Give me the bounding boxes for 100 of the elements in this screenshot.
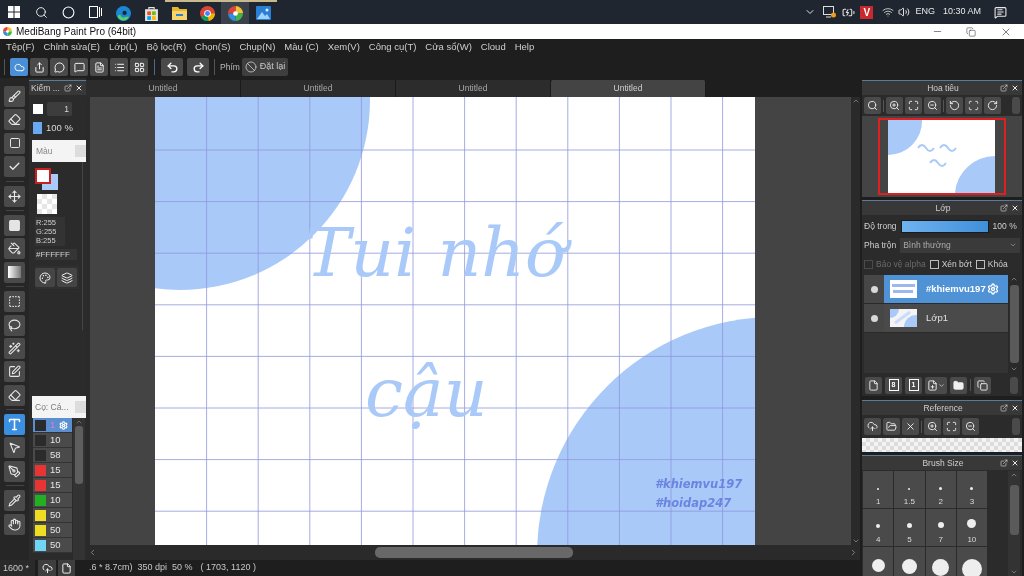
brush-row[interactable]: 10 — [33, 493, 72, 508]
menu-item[interactable]: Help — [511, 40, 538, 55]
monitor-icon[interactable] — [823, 6, 837, 18]
transparent-swatch-icon[interactable] — [37, 194, 57, 214]
taskbar-app-button[interactable] — [221, 0, 249, 24]
square-icon[interactable] — [75, 401, 87, 413]
folder-button[interactable] — [950, 376, 967, 394]
opacity-slider[interactable] — [900, 220, 989, 233]
scroll-left-icon[interactable] — [88, 548, 97, 557]
tool-button[interactable] — [4, 314, 25, 336]
tool-button[interactable] — [4, 437, 25, 459]
tool-button[interactable] — [4, 414, 25, 436]
document-tab[interactable]: Untitled — [551, 80, 706, 97]
brush-size-cell[interactable] — [894, 547, 925, 576]
fit-screen-button[interactable] — [965, 97, 982, 114]
menu-item[interactable]: Màu (C) — [281, 40, 322, 55]
tool-button[interactable] — [4, 238, 25, 260]
scroll-thumb[interactable] — [1010, 376, 1018, 394]
share-button[interactable] — [30, 58, 48, 76]
layers-button[interactable] — [57, 268, 77, 287]
zoom-in-button[interactable] — [924, 418, 941, 435]
checkbox[interactable] — [975, 259, 985, 269]
checkbox[interactable] — [929, 259, 939, 269]
list-button[interactable] — [110, 58, 128, 76]
blend-mode-dropdown[interactable]: Bình thường — [900, 237, 1020, 253]
brush-row[interactable]: 15 — [33, 463, 72, 478]
menu-item[interactable]: Bộ lọc(R) — [143, 40, 190, 55]
brush-size-cell[interactable]: 7 — [925, 509, 956, 546]
tool-button[interactable] — [4, 513, 25, 535]
close-icon[interactable] — [75, 84, 83, 92]
close-icon[interactable] — [1011, 459, 1019, 467]
palette-button[interactable] — [35, 268, 55, 287]
fit-button[interactable] — [905, 97, 922, 114]
layer-row[interactable]: Lớp1 — [864, 304, 1008, 333]
brush-row[interactable]: 10 — [33, 433, 72, 448]
cloud-upload-button[interactable] — [38, 560, 56, 576]
scroll-thumb[interactable] — [75, 426, 83, 484]
brush-size-cell[interactable]: 2 — [925, 471, 956, 508]
new-document-button[interactable] — [58, 560, 75, 576]
brush-size-cell[interactable] — [925, 547, 956, 576]
scroll-down-icon[interactable] — [1010, 568, 1018, 576]
undo-button[interactable] — [161, 58, 183, 76]
clock[interactable]: 10:30 AM — [942, 5, 981, 19]
scroll-up-icon[interactable] — [1010, 275, 1018, 283]
scroll-up-icon[interactable] — [75, 418, 83, 426]
gear-icon[interactable] — [986, 283, 999, 295]
document-button[interactable] — [90, 58, 108, 76]
fit-button[interactable] — [943, 418, 960, 435]
external-link-icon[interactable] — [1000, 404, 1008, 412]
menu-item[interactable]: Chụp(N) — [236, 40, 279, 55]
new-layer-button[interactable] — [865, 376, 882, 394]
tool-button[interactable] — [4, 86, 25, 107]
menu-item[interactable]: Tệp(F) — [3, 40, 38, 55]
scroll-thumb[interactable] — [375, 547, 573, 558]
scroll-thumb[interactable] — [1012, 97, 1020, 114]
close-icon[interactable] — [1011, 204, 1019, 212]
document-tab[interactable]: Untitled — [396, 80, 551, 97]
tool-button[interactable] — [4, 214, 25, 236]
tool-button[interactable] — [4, 132, 25, 154]
menu-item[interactable]: Chỉnh sửa(E) — [40, 40, 104, 55]
menu-item[interactable]: Chọn(S) — [192, 40, 234, 55]
grid-button[interactable] — [130, 58, 148, 76]
cloud-button[interactable] — [10, 58, 28, 76]
tool-button[interactable] — [4, 156, 25, 178]
tool-button[interactable] — [4, 109, 25, 131]
zoom-out-button[interactable] — [924, 97, 941, 114]
chat-button[interactable] — [50, 58, 68, 76]
close-reference-button[interactable] — [902, 418, 919, 435]
brush-size-cell[interactable] — [863, 547, 894, 576]
brush-row[interactable]: 50 — [33, 538, 72, 553]
square-icon[interactable] — [75, 145, 87, 157]
tool-button[interactable] — [4, 337, 25, 359]
scroll-right-icon[interactable] — [849, 548, 858, 557]
brush-size-cell[interactable]: 1.5 — [894, 471, 925, 508]
scroll-thumb[interactable] — [1012, 418, 1020, 435]
menu-item[interactable]: Cửa sổ(W) — [422, 40, 475, 55]
brush-size-cell[interactable]: 4 — [863, 509, 894, 546]
tool-button[interactable] — [4, 490, 25, 512]
redo-button[interactable] — [187, 58, 209, 76]
tool-button[interactable] — [4, 291, 25, 313]
zoom-out-button[interactable] — [962, 418, 979, 435]
add-layer-menu-button[interactable] — [925, 376, 947, 394]
scroll-thumb[interactable] — [1009, 485, 1019, 535]
document-tab[interactable]: Untitled — [86, 80, 241, 97]
color-swatches-icon[interactable] — [35, 168, 58, 190]
brush-row[interactable]: 50 — [33, 523, 72, 538]
close-icon[interactable] — [1011, 404, 1019, 412]
duplicate-layer-button[interactable] — [974, 376, 991, 394]
tray-badge[interactable]: V — [860, 5, 874, 19]
hex-field[interactable]: #FFFFFF — [35, 249, 77, 260]
scroll-thumb[interactable] — [1009, 285, 1019, 363]
scroll-up-icon[interactable] — [851, 97, 860, 105]
menu-item[interactable]: Lớp(L) — [106, 40, 141, 55]
brush-row[interactable]: 50 — [33, 508, 72, 523]
tool-button[interactable] — [4, 384, 25, 406]
comment-button[interactable] — [70, 58, 88, 76]
brush-size-cell[interactable]: 10 — [956, 509, 987, 546]
notification-icon[interactable] — [994, 5, 1007, 19]
brush-size-cell[interactable]: 3 — [956, 471, 987, 508]
rotate-left-button[interactable] — [946, 97, 963, 114]
